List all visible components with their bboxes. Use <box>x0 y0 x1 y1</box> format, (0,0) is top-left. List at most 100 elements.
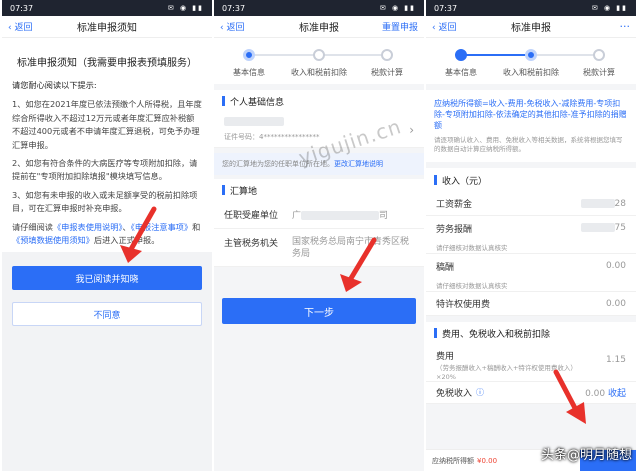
section-title: 个人基础信息 <box>230 97 285 108</box>
section-header: 个人基础信息 <box>214 90 424 112</box>
section-title: 收入（元） <box>442 176 488 187</box>
royalty-row[interactable]: 稿酬 0.00 <box>426 254 636 278</box>
royalty-value: 0.00 <box>605 261 626 271</box>
panel-income-deductions: 07:37 ✉ ◉ ▮▮ ‹ 返回 标准申报 ··· 基本信息 收入和税前扣除 … <box>426 0 636 471</box>
link-prefill-notice[interactable]: 《预填数据使用须知》 <box>12 235 94 245</box>
labor-hint: 请仔细核对数据认真核实 <box>426 240 636 254</box>
status-time: 07:37 <box>434 3 458 13</box>
notice-body: 请您耐心阅读以下提示: 1、如您在2021年度已依法预缴个人所得税，且年度综合所… <box>2 79 212 247</box>
disagree-button[interactable]: 不同意 <box>12 302 202 326</box>
section-title: 费用、免税收入和税前扣除 <box>442 329 551 340</box>
hint-text: 您的汇算地为您的任职单位所在地。 <box>222 160 334 168</box>
status-icons: ✉ ◉ ▮▮ <box>379 4 416 12</box>
next-step-button[interactable]: 下一步 <box>222 298 416 324</box>
status-time: 07:37 <box>10 3 34 13</box>
step-indicator: 基本信息 收入和税前扣除 税款计算 <box>426 38 636 84</box>
step-dot <box>593 49 605 61</box>
tax-authority-label: 主管税务机关 <box>224 239 279 249</box>
employer-value-end: 司 <box>379 211 389 221</box>
personal-info-row[interactable]: 证件号码：4**************** › <box>214 112 424 148</box>
read-pre-text: 请仔细阅读 <box>12 221 53 232</box>
step-dot-active <box>525 49 537 61</box>
step-label: 税款计算 <box>583 68 615 77</box>
link-usage-guide[interactable]: 《申报表使用说明》 <box>53 222 123 232</box>
panel-declaration-notice: 07:37 ✉ ◉ ▮▮ ‹ 返回 标准申报须知 标准申报须知（我需要申报表预填… <box>2 0 212 471</box>
wage-value: 28 <box>580 198 626 209</box>
section-bar <box>434 328 437 338</box>
franchise-label: 特许权使用费 <box>436 300 491 310</box>
back-label: 返回 <box>438 23 457 33</box>
wage-redacted <box>580 198 615 208</box>
exempt-income-row[interactable]: 免税收入 ⓘ 0.00 收起 <box>426 382 636 404</box>
step-label: 收入和税前扣除 <box>291 68 347 77</box>
submit-button[interactable] <box>580 449 636 471</box>
section-title: 汇算地 <box>230 186 258 197</box>
reset-declaration-button[interactable]: 重置申报 <box>382 20 424 33</box>
employer-value: 广司 <box>292 208 388 221</box>
chevron-right-icon: › <box>409 122 414 137</box>
section-bar <box>222 96 225 106</box>
status-icons: ✉ ◉ ▮▮ <box>167 4 204 12</box>
royalty-label: 稿酬 <box>436 262 455 273</box>
id-number: 证件号码：4**************** <box>224 132 319 142</box>
franchise-value: 0.00 <box>605 298 626 309</box>
royalty-hint: 请仔细核对数据认真核实 <box>426 278 636 292</box>
back-button[interactable]: ‹ 返回 <box>2 20 52 33</box>
income-header: 收入（元） <box>426 168 636 192</box>
deductions-header: 费用、免税收入和税前扣除 <box>426 322 636 344</box>
name-redacted <box>224 117 284 126</box>
notice-heading: 标准申报须知（我需要申报表预填服务） <box>17 58 197 69</box>
agree-button[interactable]: 我已阅读并知晓 <box>12 266 202 290</box>
back-button[interactable]: ‹ 返回 <box>214 20 264 33</box>
step-indicator: 基本信息 收入和税前扣除 税款计算 <box>214 38 424 84</box>
panel-standard-declaration: 07:37 ✉ ◉ ▮▮ ‹ 返回 标准申报 重置申报 基本信息 收入和税前扣除… <box>214 0 424 471</box>
step-line <box>249 54 319 56</box>
labor-value: 75 <box>580 223 626 233</box>
back-label: 返回 <box>14 23 33 33</box>
franchise-row[interactable]: 特许权使用费 0.00 <box>426 292 636 316</box>
employer-label: 任职受雇单位 <box>224 211 279 221</box>
back-button[interactable]: ‹ 返回 <box>426 20 476 33</box>
taxable-income-formula: 应纳税所得额=收入-费用-免税收入-减除费用-专项扣除-专项附加扣除-依法确定的… <box>426 90 636 162</box>
arrow-annotation-icon <box>553 369 586 424</box>
collapse-toggle[interactable]: 收起 <box>608 389 626 399</box>
section-bar <box>222 185 225 195</box>
step-label: 收入和税前扣除 <box>503 68 559 77</box>
employer-redacted <box>301 211 380 220</box>
exempt-income-label: 免税收入 <box>436 389 473 399</box>
tax-authority-row: 主管税务机关 国家税务总局南宁市青秀区税务局 <box>214 229 424 267</box>
step-dot-done <box>455 49 467 61</box>
status-bar: 07:37 ✉ ◉ ▮▮ <box>214 0 424 16</box>
status-bar: 07:37 ✉ ◉ ▮▮ <box>426 0 636 16</box>
step-label: 基本信息 <box>233 68 265 77</box>
status-icons: ✉ ◉ ▮▮ <box>591 4 628 12</box>
employer-value-start: 广 <box>292 211 302 221</box>
labor-value-text: 75 <box>614 223 626 233</box>
fee-row[interactable]: 费用 （劳务报酬收入+稿酬收入+特许权使用费收入）×20% 1.15 <box>426 344 636 382</box>
help-icon[interactable]: ⓘ <box>476 387 484 398</box>
step-dot <box>313 49 325 61</box>
place-hint: 您的汇算地为您的任职单位所在地。更改汇算地说明 <box>214 153 424 175</box>
read-and-text: 和 <box>192 221 201 232</box>
hint-link[interactable]: 更改汇算地说明 <box>334 160 383 168</box>
step-line <box>461 54 531 56</box>
step-label: 税款计算 <box>371 68 403 77</box>
more-menu-icon[interactable]: ··· <box>620 20 637 33</box>
id-label: 证件号码：4 <box>224 133 264 141</box>
status-bar: 07:37 ✉ ◉ ▮▮ <box>2 0 212 16</box>
footer-label: 应纳税所得额 <box>432 456 474 465</box>
step-dot-active <box>243 49 255 61</box>
labor-row[interactable]: 劳务报酬 75 <box>426 216 636 240</box>
step-line <box>319 54 387 56</box>
back-label: 返回 <box>226 23 245 33</box>
personal-info: 证件号码：4**************** <box>224 117 319 142</box>
employer-row[interactable]: 任职受雇单位 广司 <box>214 201 424 229</box>
step-label: 基本信息 <box>445 68 477 77</box>
id-mask: **************** <box>263 133 320 141</box>
nav-bar: ‹ 返回 标准申报 ··· <box>426 16 636 38</box>
wage-row[interactable]: 工资薪金 28 <box>426 192 636 216</box>
fee-value: 1.15 <box>605 355 626 365</box>
notice-item-1: 1、如您在2021年度已依法预缴个人所得税，且年度综合所得收入不超过12万元或者… <box>12 99 202 150</box>
section-bar <box>434 175 437 185</box>
step-dot <box>381 49 393 61</box>
